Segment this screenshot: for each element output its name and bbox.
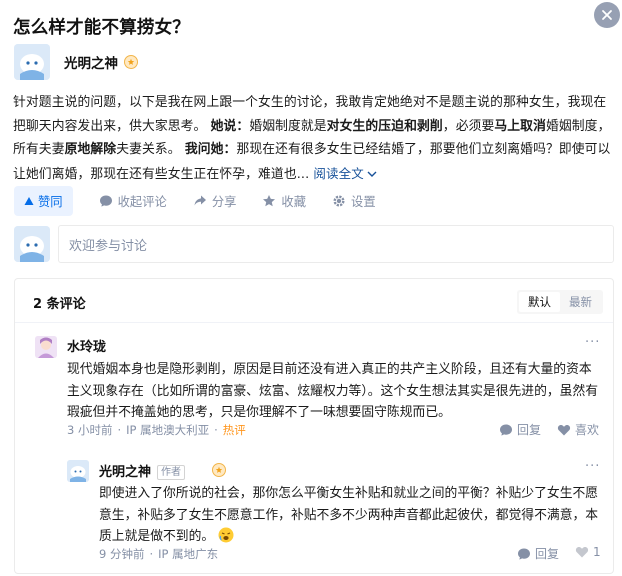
- commenter-avatar[interactable]: [67, 460, 89, 482]
- answer-author: 光明之神: [14, 44, 138, 80]
- vote-label: 赞同: [38, 195, 63, 209]
- like-button[interactable]: 喜欢: [557, 421, 599, 438]
- favorite-label: 收藏: [281, 195, 307, 209]
- read-more-label: 阅读全文: [313, 165, 364, 181]
- comment-time: 9 分钟前: [99, 547, 145, 561]
- star-icon: [263, 195, 276, 207]
- comments-panel: 2 条评论 默认 最新 水玲珑 ··· 现代婚姻本身也是隐形剥削，原因是目前还没…: [14, 278, 614, 574]
- collapse-comments-button[interactable]: 收起评论: [99, 192, 167, 210]
- answer-bold: 对女生的压迫和剥削: [326, 118, 443, 134]
- answer-bold: 马上取消: [494, 118, 546, 134]
- reply-label: 回复: [517, 423, 542, 437]
- meta-separator: ·: [214, 423, 218, 437]
- share-label: 分享: [211, 195, 237, 209]
- reply-label: 回复: [535, 547, 560, 561]
- sort-default-tab[interactable]: 默认: [519, 292, 560, 312]
- answer-text: ，必须要: [442, 118, 495, 134]
- answer-bold: 原地解除: [64, 142, 117, 157]
- read-more-link[interactable]: 阅读全文: [313, 165, 377, 181]
- meta-separator: ·: [149, 547, 154, 561]
- author-tag: 作者: [157, 465, 186, 480]
- heart-icon: [557, 424, 571, 435]
- answer-i-asked: 我问她：: [184, 142, 237, 157]
- like-label: 喜欢: [575, 423, 600, 437]
- close-icon: [602, 10, 612, 20]
- like-count: 1: [593, 545, 601, 559]
- reply-button[interactable]: 回复: [499, 421, 541, 438]
- sort-latest-tab[interactable]: 最新: [560, 292, 601, 312]
- answer-she-said: 她说：: [210, 118, 250, 134]
- comment-composer: 欢迎参与讨论: [14, 225, 614, 263]
- comment-label: 收起评论: [117, 195, 167, 209]
- commenter-name[interactable]: 水玲珑: [67, 336, 106, 355]
- comment-sort-toggle: 默认 最新: [517, 290, 603, 314]
- comment-text: 即使进入了你所说的社会，那你怎么平衡女生补贴和就业之间的平衡？补贴少了女生不愿意…: [99, 483, 602, 551]
- chevron-down-icon: [367, 171, 377, 177]
- settings-label: 设置: [351, 195, 376, 209]
- close-button[interactable]: [594, 2, 620, 28]
- vote-up-button[interactable]: 赞同: [14, 186, 73, 216]
- comment-count: 2 条评论: [33, 297, 86, 312]
- question-title[interactable]: 怎么样才能不算捞女？: [13, 14, 190, 39]
- commenter-avatar[interactable]: [35, 336, 57, 358]
- author-badge-icon: [212, 463, 226, 477]
- more-options-icon[interactable]: ···: [585, 335, 600, 350]
- comment-input[interactable]: 欢迎参与讨论: [58, 225, 614, 263]
- answer-text: 婚姻制度就是: [249, 118, 327, 134]
- user-avatar[interactable]: [14, 226, 50, 262]
- gear-icon: [333, 195, 345, 207]
- commenter-name: 光明之神 作者: [99, 461, 186, 480]
- comment-icon: [518, 548, 530, 560]
- reply-button[interactable]: 回复: [517, 545, 559, 562]
- author-name[interactable]: 光明之神: [64, 52, 118, 72]
- answer-actions: 赞同 收起评论 分享 收藏 设置: [14, 186, 376, 216]
- reply-author-name[interactable]: 光明之神: [99, 465, 151, 480]
- comment-text: 现代婚姻本身也是隐形剥削，原因是目前还没有进入真正的共产主义阶段，且还有大量的资…: [67, 362, 599, 420]
- comment-icon: [99, 195, 112, 207]
- author-badge-icon: [124, 55, 138, 69]
- share-icon: [194, 195, 206, 206]
- more-options-icon[interactable]: ···: [585, 459, 600, 474]
- emoji-icon: [218, 527, 234, 551]
- hot-comment-badge: 热评: [222, 423, 246, 437]
- comment-meta: 3 小时前 · IP 属地澳大利亚 · 热评: [67, 422, 246, 438]
- like-button[interactable]: 1: [575, 545, 601, 559]
- favorite-button[interactable]: 收藏: [262, 192, 306, 210]
- reply-text: 即使进入了你所说的社会，那你怎么平衡女生补贴和就业之间的平衡？补贴少了女生不愿意…: [99, 486, 599, 544]
- comments-header: 2 条评论 默认 最新: [15, 279, 613, 323]
- author-avatar[interactable]: [14, 44, 50, 80]
- comment-ip-location: IP 属地广东: [158, 547, 219, 561]
- share-button[interactable]: 分享: [193, 192, 237, 210]
- comment-meta: 9 分钟前 · IP 属地广东: [99, 546, 218, 562]
- heart-icon: [575, 547, 589, 558]
- settings-button[interactable]: 设置: [332, 192, 376, 210]
- comment-time: 3 小时前: [67, 423, 113, 437]
- comment-ip-location: IP 属地澳大利亚: [126, 423, 210, 437]
- answer-text: 夫妻关系。: [116, 142, 181, 157]
- comment-icon: [500, 424, 512, 436]
- meta-separator: ·: [117, 423, 122, 437]
- triangle-up-icon: [24, 197, 34, 205]
- answer-excerpt[interactable]: 针对题主说的问题，以下是我在网上跟一个女生的讨论，我敢肯定她绝对不是题主说的那种…: [13, 91, 613, 186]
